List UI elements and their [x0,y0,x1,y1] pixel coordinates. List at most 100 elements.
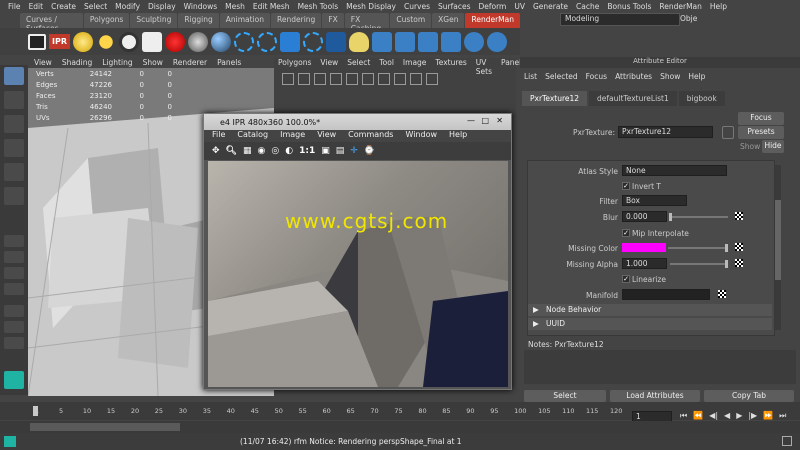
mel-icon[interactable] [4,436,16,447]
dashed-circle-2-icon[interactable] [257,31,277,52]
uv-tool-9-icon[interactable] [410,73,422,85]
load-attributes-button[interactable]: Load Attributes [610,390,700,402]
menu-edit-mesh[interactable]: Edit Mesh [253,2,290,11]
blur-slider-knob[interactable] [669,213,672,221]
refresh-render-icon[interactable]: ◐ [285,146,293,156]
manifold-field[interactable] [622,289,710,300]
ipr-button[interactable]: IPR [49,34,70,49]
menu-mesh-display[interactable]: Mesh Display [346,2,396,11]
layout-single-icon[interactable] [4,235,24,247]
close-icon[interactable]: ✕ [496,116,503,125]
shelf-tab-renderman[interactable]: RenderMan [465,13,520,28]
step-forward-icon[interactable]: ⏩ [763,411,773,421]
uv-tool-1-icon[interactable] [282,73,294,85]
shelf-tab-custom[interactable]: Custom [390,13,432,28]
attr-menu-list[interactable]: List [524,72,537,81]
mesh-light-icon[interactable] [188,31,208,52]
blur-map-icon[interactable] [735,212,743,220]
missing-color-slider[interactable] [668,247,728,249]
rgb-icon[interactable]: ▣ [321,146,330,156]
refresh-icon[interactable] [487,31,507,52]
sphere-light-icon[interactable] [73,31,93,52]
ipr-menu-window[interactable]: Window [405,130,437,142]
uv-tool-3-icon[interactable] [314,73,326,85]
scale-tool-icon[interactable] [4,187,24,205]
crosshair-icon[interactable]: ✛ [350,146,358,156]
menu-windows[interactable]: Windows [184,2,217,11]
layout-four-icon[interactable] [4,251,24,263]
menu-file[interactable]: File [8,2,21,11]
ipr-menu-commands[interactable]: Commands [348,130,393,142]
shader-ball-icon[interactable] [211,31,231,52]
eye-icon[interactable] [326,31,346,52]
mip-interpolate-checkbox[interactable]: ✓ [622,229,630,237]
missing-alpha-slider[interactable] [670,263,728,265]
uv-tool-5-icon[interactable] [346,73,358,85]
menu-surfaces[interactable]: Surfaces [438,2,470,11]
menu-select[interactable]: Select [84,2,107,11]
menu-edit[interactable]: Edit [29,2,44,11]
layout-hypershade-icon[interactable] [4,321,24,333]
attribute-scrollbar[interactable] [775,165,781,330]
export-icon[interactable] [280,31,300,52]
attr-menu-help[interactable]: Help [688,72,705,81]
next-key-icon[interactable]: |▶ [748,411,757,421]
show-label[interactable]: Show [740,142,760,151]
atlas-style-select[interactable]: None [622,165,727,176]
ipr-menu-catalog[interactable]: Catalog [237,130,268,142]
select-tool-icon[interactable] [4,67,24,85]
menu-help[interactable]: Help [710,2,727,11]
presets-button[interactable]: Presets [738,126,784,139]
snapshot-icon[interactable]: ⌚ [364,146,375,156]
uv-menu-select[interactable]: Select [347,58,370,69]
uv-tool-10-icon[interactable] [426,73,438,85]
play-icon[interactable]: ▶ [736,411,742,421]
menu-bonus-tools[interactable]: Bonus Tools [607,2,651,11]
manifold-map-icon[interactable] [718,290,726,298]
uv-tool-7-icon[interactable] [378,73,390,85]
linearize-checkbox[interactable]: ✓ [622,275,630,283]
prev-key-icon[interactable]: ◀| [709,411,718,421]
menu-uv[interactable]: UV [514,2,525,11]
missing-alpha-field[interactable]: 1.000 [622,258,667,269]
uv-menu-polygons[interactable]: Polygons [278,58,311,69]
shelf-tab-polygons[interactable]: Polygons [83,13,130,28]
node-arrow-icon[interactable] [722,126,734,139]
range-slider[interactable] [0,421,800,433]
film-icon[interactable] [418,31,438,52]
region-icon[interactable]: ◎ [271,146,279,156]
bulb-icon[interactable] [349,31,369,52]
invert-t-checkbox[interactable]: ✓ [622,182,630,190]
shelf-tab-rigging[interactable]: Rigging [178,13,219,28]
node-name-field[interactable]: PxrTexture12 [618,126,713,138]
play-back-icon[interactable]: ◀ [724,411,730,421]
attr-menu-show[interactable]: Show [660,72,680,81]
attr-menu-selected[interactable]: Selected [545,72,578,81]
layout-two-icon[interactable] [4,267,24,279]
ipr-menu-image[interactable]: Image [280,130,305,142]
shelf-tab-rendering[interactable]: Rendering [271,13,322,28]
ratio-button[interactable]: 1:1 [299,146,315,156]
current-time-marker[interactable] [33,406,38,416]
uv-tool-6-icon[interactable] [362,73,374,85]
blur-field[interactable]: 0.000 [622,211,667,222]
maximize-icon[interactable]: □ [481,116,489,125]
notes-field[interactable] [524,350,796,384]
menu-curves[interactable]: Curves [404,2,430,11]
render-view[interactable]: www.cgtsj.com [208,161,508,387]
shelf-tab-fx[interactable]: FX [322,13,344,28]
paint-tool-icon[interactable] [4,115,24,133]
menu-generate[interactable]: Generate [533,2,568,11]
node-behavior-section[interactable]: ▶ Node Behavior [528,304,772,316]
menu-mesh-tools[interactable]: Mesh Tools [298,2,339,11]
uv-menu-view[interactable]: View [320,58,338,69]
uv-tool-2-icon[interactable] [298,73,310,85]
shelf-tab-fx-caching[interactable]: FX Caching [344,13,390,33]
render-icon[interactable]: ▦ [243,146,252,156]
focus-button[interactable]: Focus [738,112,784,125]
move-icon[interactable]: ✥ [212,146,220,156]
menu-modify[interactable]: Modify [115,2,140,11]
zoom-icon[interactable]: 🔍︎ [226,146,237,156]
rect-light-icon[interactable] [142,31,162,52]
dashed-circle-3-icon[interactable] [303,31,323,52]
